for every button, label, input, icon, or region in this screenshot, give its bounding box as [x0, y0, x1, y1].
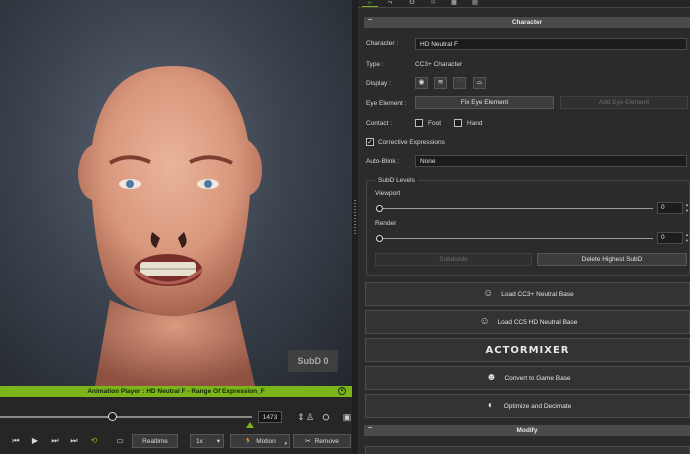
- decimate-head-icon: ◐: [487, 400, 494, 411]
- speed-value: 1x: [196, 437, 203, 445]
- actormixer-logo: ACTORMIXER: [485, 344, 570, 356]
- tab-morph-icon[interactable]: ⵙ: [404, 0, 420, 7]
- character-section-header[interactable]: − Character: [364, 17, 690, 28]
- timeline-playhead[interactable]: [108, 412, 117, 421]
- load-cc5-label: Load CC5 HD Neutral Base: [497, 318, 578, 326]
- figure-icon[interactable]: ♙: [303, 411, 317, 423]
- subd-level-badge: SubD 0: [288, 350, 338, 372]
- viewport-slider-knob[interactable]: [376, 205, 383, 212]
- timeline: 1473 ⇕ ♙ ⛭ ▣: [0, 405, 352, 429]
- display-label: Display :: [366, 80, 391, 87]
- viewport-spin-arrows-icon[interactable]: ▲ ▼: [684, 202, 690, 214]
- render-slider-track[interactable]: [379, 238, 653, 239]
- auto-blink-dropdown[interactable]: None: [415, 155, 687, 167]
- character-name-field[interactable]: HD Neutral F: [415, 38, 687, 50]
- modify-panel: ⟜ ⤳ ⵙ ⌑ ▦ ▤ − Character Character : HD N…: [358, 0, 690, 454]
- display-eyelash-icon[interactable]: ≋: [434, 77, 447, 89]
- character-label: Character :: [366, 40, 399, 47]
- speed-dropdown[interactable]: 1x ▾: [190, 434, 224, 448]
- fast-forward-icon[interactable]: ⏭: [49, 435, 61, 447]
- actormixer-button[interactable]: ACTORMIXER: [365, 338, 690, 362]
- load-cc3-label: Load CC3+ Neutral Base: [501, 290, 574, 298]
- auto-blink-label: Auto-Blink :: [366, 158, 400, 165]
- tab-attribute-icon[interactable]: ⌑: [425, 0, 441, 7]
- motion-label: Motion: [256, 437, 276, 445]
- running-figure-icon: 🏃: [244, 438, 253, 445]
- close-icon[interactable]: ×: [338, 387, 346, 395]
- animation-player-title: Animation Player : HD Neutral F - Range …: [87, 388, 265, 395]
- jump-end-icon[interactable]: ⏭: [68, 435, 80, 447]
- character-head-render: [78, 65, 262, 386]
- game-head-icon: ☻: [486, 372, 497, 383]
- foot-label: Foot: [428, 120, 442, 127]
- viewport-subd-field[interactable]: 0: [657, 202, 683, 214]
- remove-button[interactable]: ✂ Remove: [293, 434, 351, 448]
- splitter-grip[interactable]: [354, 200, 356, 236]
- animation-player: Animation Player : HD Neutral F - Range …: [0, 386, 352, 454]
- play-icon[interactable]: ▶: [29, 435, 41, 447]
- hand-checkbox[interactable]: [454, 119, 462, 127]
- tab-motion-icon[interactable]: ⤳: [382, 0, 398, 7]
- optimize-and-decimate-button[interactable]: ◐ Optimize and Decimate: [365, 394, 690, 418]
- collapse-icon[interactable]: −: [368, 17, 372, 24]
- playback-controls: ⏮ ▶ ⏭ ⏭ ⟲ ▭ Realtime 1x ▾ 🏃 Motion ▾ ✂ R…: [0, 433, 352, 449]
- render-subd-field[interactable]: 0: [657, 232, 683, 244]
- display-brow-icon: ◠: [453, 77, 466, 89]
- subd-levels-group: SubD Levels Viewport 0 ▲ ▼ Render 0 ▲ ▼ Su…: [366, 177, 690, 276]
- convert-label: Convert to Game Base: [504, 374, 571, 382]
- tab-grid-icon[interactable]: ▤: [467, 0, 483, 7]
- type-label: Type :: [366, 61, 384, 68]
- jump-start-icon[interactable]: ⏮: [10, 435, 22, 447]
- motion-button[interactable]: 🏃 Motion ▾: [230, 434, 290, 448]
- eye-element-label: Eye Element :: [366, 100, 407, 107]
- current-frame-field[interactable]: 1473: [258, 411, 282, 423]
- modify-section-header[interactable]: − Modify: [364, 425, 690, 436]
- load-cc3-neutral-base-button[interactable]: ☺ Load CC3+ Neutral Base: [365, 282, 690, 306]
- subtitle-icon[interactable]: ▭: [114, 435, 126, 447]
- display-eye-icon[interactable]: ◉: [415, 77, 428, 89]
- delete-highest-subd-button[interactable]: Delete Highest SubD: [537, 253, 687, 266]
- hand-label: Hand: [467, 120, 483, 127]
- section-title: Character: [511, 19, 543, 26]
- foot-checkbox[interactable]: [415, 119, 423, 127]
- tab-modify-icon[interactable]: ⟜: [362, 0, 378, 7]
- add-eye-element-button: Add Eye Element: [560, 96, 688, 109]
- tab-material-icon[interactable]: ▦: [446, 0, 462, 7]
- fix-eye-element-button[interactable]: Fix Eye Element: [415, 96, 554, 109]
- convert-to-game-base-button[interactable]: ☻ Convert to Game Base: [365, 366, 690, 390]
- chevron-down-icon: ▾: [284, 441, 287, 447]
- type-value: CC3+ Character: [415, 61, 463, 68]
- hd-head-icon: ☺: [479, 316, 490, 327]
- timeline-track[interactable]: [0, 416, 252, 418]
- chevron-down-icon: ▾: [216, 438, 220, 445]
- modify-next-button[interactable]: [365, 446, 690, 454]
- camera-icon[interactable]: ⛭: [319, 411, 333, 423]
- corrective-expressions-label: Corrective Expressions: [378, 139, 445, 146]
- subd-levels-title: SubD Levels: [375, 177, 418, 184]
- timeline-end-marker[interactable]: [246, 422, 254, 428]
- loop-icon[interactable]: ⟲: [88, 435, 100, 447]
- head-silhouette-icon: ☺: [483, 288, 494, 299]
- realtime-button[interactable]: Realtime: [132, 434, 178, 448]
- animation-player-title-bar: Animation Player : HD Neutral F - Range …: [0, 386, 352, 397]
- 3d-viewport[interactable]: SubD 0: [0, 0, 352, 386]
- panel-tab-bar: ⟜ ⤳ ⵙ ⌑ ▦ ▤: [358, 0, 690, 8]
- load-cc5-hd-neutral-base-button[interactable]: ☺ Load CC5 HD Neutral Base: [365, 310, 690, 334]
- render-label: Render: [375, 220, 397, 227]
- subdivide-button: Subdivide: [375, 253, 532, 266]
- display-teeth-icon[interactable]: ⌓: [473, 77, 486, 89]
- collapse-icon[interactable]: −: [368, 425, 372, 432]
- viewport-label: Viewport: [375, 190, 401, 197]
- remove-label: Remove: [314, 437, 339, 445]
- modify-section-title: Modify: [516, 427, 538, 434]
- render-slider-knob[interactable]: [376, 235, 383, 242]
- optimize-label: Optimize and Decimate: [503, 402, 572, 410]
- corrective-expressions-checkbox[interactable]: ✓: [366, 138, 374, 146]
- render-spin-arrows-icon[interactable]: ▲ ▼: [684, 232, 690, 244]
- viewport-slider-track[interactable]: [379, 208, 653, 209]
- scissors-icon: ✂: [305, 438, 311, 445]
- contact-label: Contact :: [366, 120, 393, 127]
